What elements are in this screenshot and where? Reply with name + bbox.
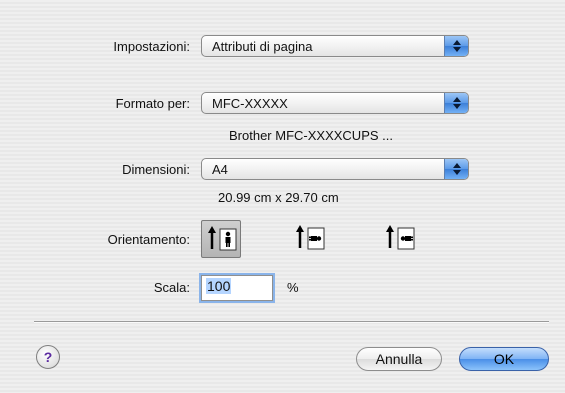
orientation-label: Orientamento:: [107, 232, 190, 247]
scale-input-value: 100: [206, 278, 232, 294]
help-icon: ?: [43, 349, 53, 365]
format-popup-value: MFC-XXXXX: [212, 96, 288, 111]
printer-description: Brother MFC-XXXXCUPS ...: [229, 128, 393, 143]
paper-size-value: A4: [212, 162, 228, 177]
scale-label: Scala:: [153, 280, 190, 295]
size-label: Dimensioni:: [122, 162, 190, 177]
page-setup-dialog: Impostazioni: Attributi di pagina Format…: [0, 0, 565, 393]
format-popup[interactable]: MFC-XXXXX: [201, 92, 469, 114]
scale-unit: %: [287, 280, 299, 295]
paper-size-popup[interactable]: A4: [201, 158, 469, 180]
paper-dimensions: 20.99 cm x 29.70 cm: [218, 190, 339, 205]
settings-popup-value: Attributi di pagina: [212, 39, 313, 54]
portrait-orientation-button[interactable]: [201, 220, 241, 258]
popup-arrows-icon: [444, 159, 468, 179]
landscape-orientation-icon: [296, 225, 325, 250]
popup-arrows-icon: [444, 36, 468, 56]
landscape-orientation-button[interactable]: [290, 220, 330, 258]
settings-popup[interactable]: Attributi di pagina: [201, 35, 469, 57]
format-label: Formato per:: [115, 96, 190, 111]
portrait-orientation-icon: [208, 226, 237, 251]
ok-button[interactable]: OK: [459, 347, 549, 371]
settings-label: Impostazioni:: [113, 39, 190, 54]
reverse-landscape-orientation-button[interactable]: [380, 220, 420, 258]
divider: [34, 321, 549, 323]
scale-input[interactable]: 100: [201, 275, 273, 301]
help-button[interactable]: ?: [36, 345, 60, 369]
popup-arrows-icon: [444, 93, 468, 113]
reverse-landscape-orientation-icon: [386, 225, 415, 250]
cancel-button[interactable]: Annulla: [356, 347, 442, 371]
